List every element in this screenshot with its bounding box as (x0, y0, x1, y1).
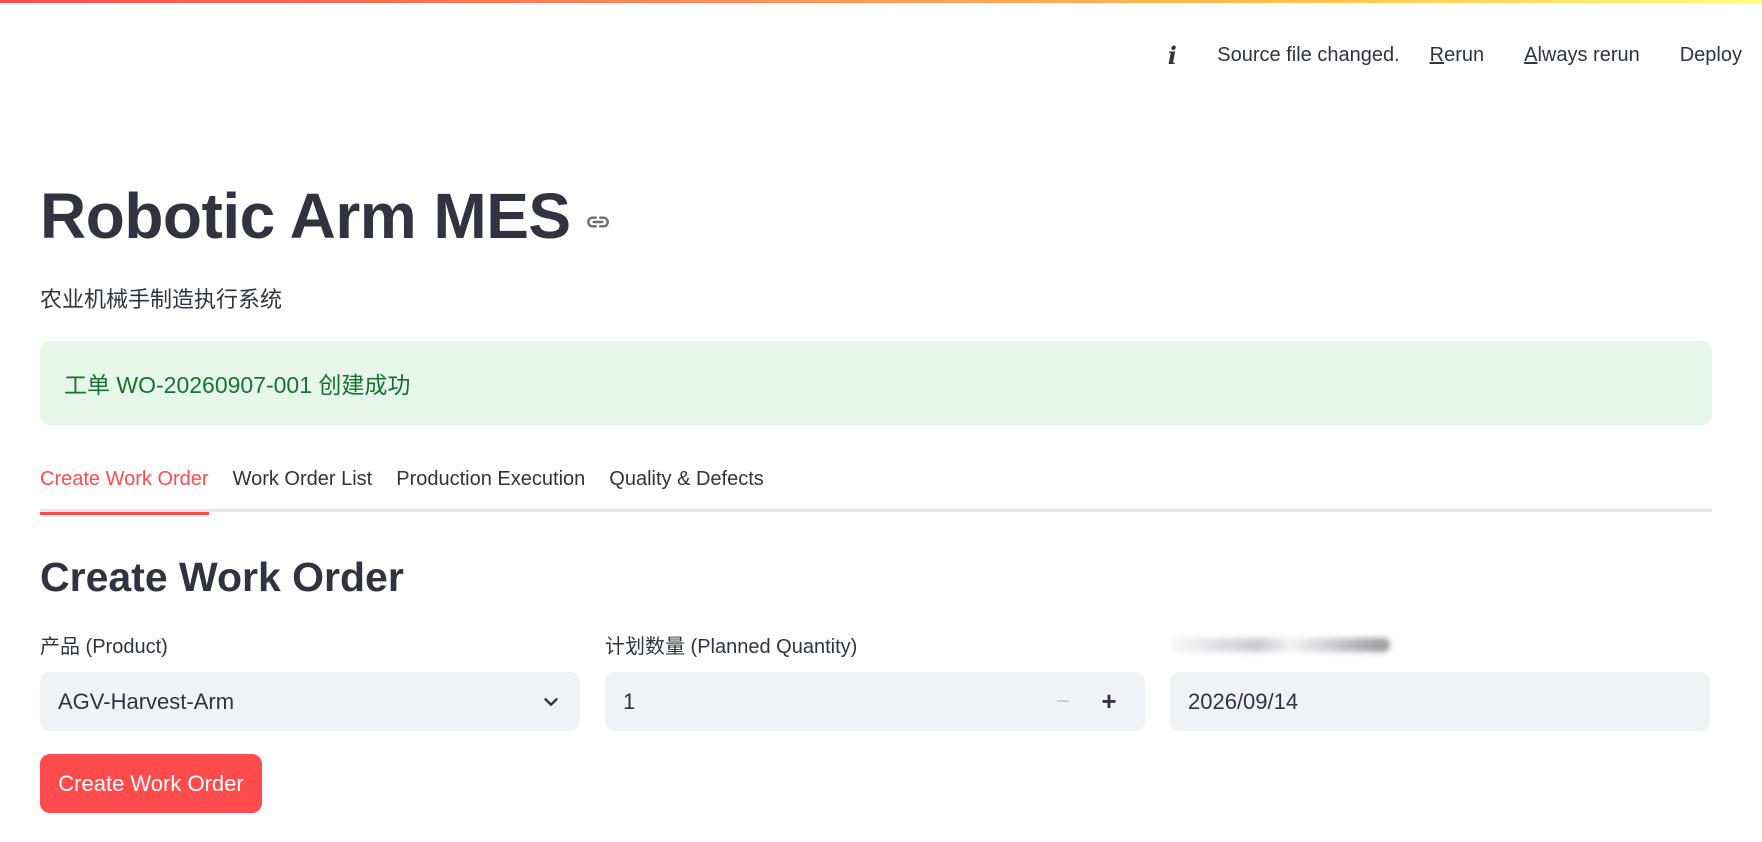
chevron-down-icon (544, 697, 558, 706)
tab-production-execution[interactable]: Production Execution (396, 458, 585, 512)
always-rerun-label: lways rerun (1537, 43, 1640, 66)
quantity-input[interactable]: 1 (623, 689, 1045, 715)
quantity-stepper[interactable]: 1 − + (605, 672, 1145, 731)
product-select-value: AGV-Harvest-Arm (58, 688, 235, 714)
rerun-shortcut-letter: R (1429, 43, 1445, 66)
link-icon[interactable] (585, 209, 611, 235)
product-select[interactable]: AGV-Harvest-Arm (40, 672, 580, 731)
top-decoration-bar (0, 0, 1762, 3)
always-rerun-button[interactable]: Always rerun (1524, 44, 1640, 67)
page-title: Robotic Arm MES (40, 180, 571, 252)
info-icon: i (1167, 40, 1177, 70)
rerun-button[interactable]: Rerun (1430, 44, 1484, 67)
success-alert: 工单 WO-20260907-001 创建成功 (40, 341, 1712, 425)
product-field: 产品 (Product) AGV-Harvest-Arm (40, 630, 580, 731)
quantity-label: 计划数量 (Planned Quantity) (605, 636, 858, 658)
tab-bar: Create Work Order Work Order List Produc… (40, 458, 1712, 515)
create-work-order-button[interactable]: Create Work Order (40, 754, 262, 813)
page-subtitle: 农业机械手制造执行系统 (40, 287, 283, 312)
rerun-label: erun (1444, 43, 1485, 66)
app-toolbar: i Source file changed. Rerun Always reru… (1155, 40, 1742, 70)
date-input[interactable]: 2026/09/14 (1170, 672, 1710, 731)
quantity-field: 计划数量 (Planned Quantity) 1 − + (605, 630, 1145, 731)
always-rerun-shortcut-letter: A (1524, 43, 1538, 66)
deploy-button[interactable]: Deploy (1680, 44, 1742, 67)
tab-create-work-order[interactable]: Create Work Order (40, 458, 209, 515)
date-input-value: 2026/09/14 (1188, 688, 1299, 714)
tab-work-order-list[interactable]: Work Order List (233, 458, 373, 512)
title-row: Robotic Arm MES (40, 178, 611, 254)
alert-message: 工单 WO-20260907-001 创建成功 (64, 372, 411, 398)
source-changed-status: Source file changed. (1217, 43, 1400, 66)
date-label-blurred (1170, 630, 1710, 662)
tab-quality-defects[interactable]: Quality & Defects (609, 458, 764, 512)
date-field: 2026/09/14 (1170, 630, 1710, 731)
product-label: 产品 (Product) (40, 636, 168, 658)
section-title: Create Work Order (40, 554, 404, 600)
increment-button[interactable]: + (1091, 686, 1127, 717)
decrement-button[interactable]: − (1045, 688, 1081, 716)
